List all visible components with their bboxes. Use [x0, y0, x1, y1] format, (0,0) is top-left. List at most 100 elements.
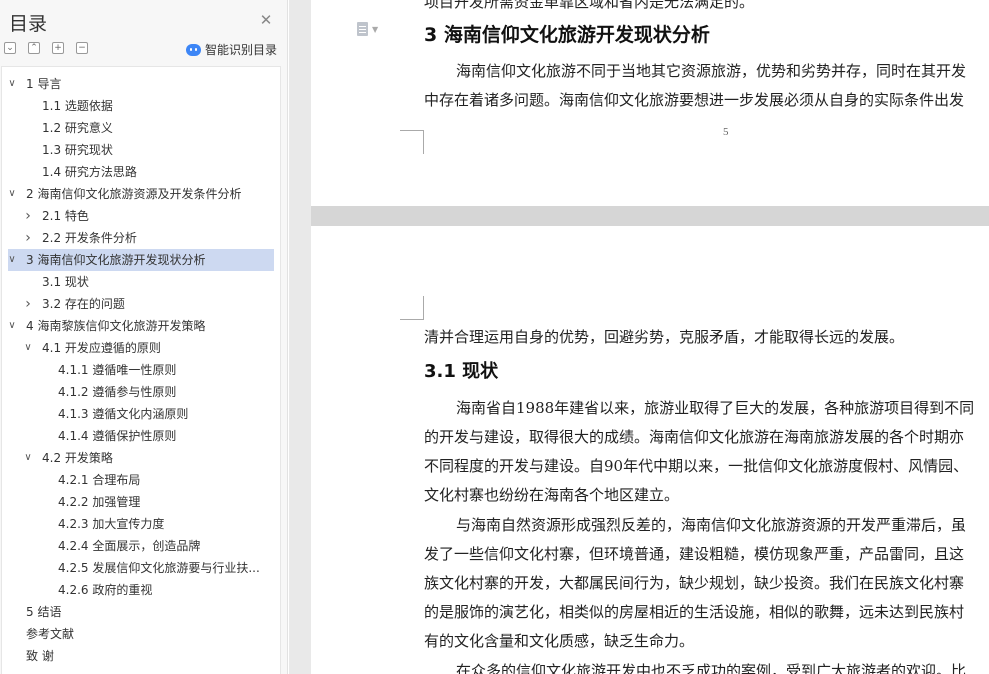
toc-item-label: 4.1.1 遵循唯一性原则 — [58, 363, 177, 377]
toc-panel: ∨ 1 导言 1.1 选题依据 1.2 研究意义 1.3 研究现状 1.4 研究方法思路 ∨… — [1, 66, 281, 674]
text-line: 族文化村寨的开发，大都属民间行为，缺少规划，缺少投资。我们在民族文化村寨 — [424, 574, 965, 592]
toc-item[interactable]: ∨ 4.2 开发策略 — [2, 447, 280, 469]
toc-item[interactable]: ∨ 2 海南信仰文化旅游资源及开发条件分析 — [2, 183, 280, 205]
page-number: 5 — [723, 126, 729, 138]
toc-item-label: 3 海南信仰文化旅游开发现状分析 — [26, 253, 206, 267]
doc-menu-button[interactable]: ▼ — [357, 22, 378, 36]
chevron-right-icon[interactable]: › — [22, 205, 34, 227]
text-line: 海南信仰文化旅游不同于当地其它资源旅游，优势和劣势并存，同时在其开发 — [456, 62, 967, 80]
text-line: 海南省自1988年建省以来，旅游业取得了巨大的发展，各种旅游项目得到不同 — [456, 399, 975, 417]
toc-item[interactable]: 4.1.4 遵循保护性原则 — [2, 425, 280, 447]
margin-corner-mark — [400, 296, 424, 320]
text-line: 在众多的信仰文化旅游开发中也不乏成功的案例，受到广大旅游者的欢迎。比 — [456, 662, 967, 674]
toc-item[interactable]: › 2.2 开发条件分析 — [2, 227, 280, 249]
toc-item[interactable]: 4.1.1 遵循唯一性原则 — [2, 359, 280, 381]
text-line: 的开发与建设，取得很大的成绩。海南信仰文化旅游在海南旅游发展的各个时期亦 — [424, 428, 965, 446]
document-icon — [357, 22, 368, 36]
toc-item-label: 4.2 开发策略 — [42, 451, 113, 465]
toc-item-label: 5 结语 — [26, 605, 62, 619]
toc-item-label: 1.2 研究意义 — [42, 121, 113, 135]
toc-item-label: 2 海南信仰文化旅游资源及开发条件分析 — [26, 187, 242, 201]
toc-item-label: 3.2 存在的问题 — [42, 297, 125, 311]
chevron-down-icon[interactable]: ∨ — [6, 315, 18, 337]
toc-item[interactable]: 4.2.5 发展信仰文化旅游要与行业扶... — [2, 557, 280, 579]
toc-item[interactable]: › 3.2 存在的问题 — [2, 293, 280, 315]
toc-item[interactable]: ∨ 4.1 开发应遵循的原则 — [2, 337, 280, 359]
text-line: 文化村寨也纷纷在海南各个地区建立。 — [424, 486, 680, 504]
toc-item-label: 4.2.3 加大宣传力度 — [58, 517, 165, 531]
collapse-all-icon[interactable]: ⌄ — [4, 42, 16, 54]
toc-item-label: 2.2 开发条件分析 — [42, 231, 137, 245]
toc-item-label: 参考文献 — [26, 627, 75, 641]
toc-item-label: 4.1.4 遵循保护性原则 — [58, 429, 177, 443]
text-line: 中存在着诸多问题。海南信仰文化旅游要想进一步发展必须从自身的实际条件出发 — [424, 91, 965, 109]
toc-item[interactable]: 5 结语 — [2, 601, 280, 623]
toc-sidebar: 目录 ✕ ⌄ ⌃ + − 智能识别目录 ∨ 1 导言 1.1 选题依据 1.2 研究意… — [0, 0, 288, 674]
text-line: 发了一些信仰文化村寨，但环境普通，建设粗糙，模仿现象严重，产品雷同，且这 — [424, 545, 965, 563]
toc-item[interactable]: 参考文献 — [2, 623, 280, 645]
margin-corner-mark — [400, 130, 424, 154]
toc-item-label: 4.1 开发应遵循的原则 — [42, 341, 161, 355]
text-line: 的是服饰的演艺化，相类似的房屋相近的生活设施，相似的歌舞，远未达到民族村 — [424, 603, 965, 621]
toc-item[interactable]: › 2.1 特色 — [2, 205, 280, 227]
toc-item-label: 致 谢 — [26, 649, 54, 663]
chevron-down-icon[interactable]: ∨ — [6, 249, 18, 271]
toc-item[interactable]: 4.2.2 加强管理 — [2, 491, 280, 513]
sidebar-splitter[interactable] — [289, 0, 311, 674]
expand-up-icon[interactable]: ⌃ — [28, 42, 40, 54]
chevron-down-icon[interactable]: ∨ — [22, 337, 34, 359]
page: 项目开发所需资金单靠区域和省内是无法满足的。 ▼ 3 海南信仰文化旅游开发现状分… — [311, 0, 989, 206]
toc-item-label: 4.1.2 遵循参与性原则 — [58, 385, 177, 399]
toc-item[interactable]: 3.1 现状 — [2, 271, 280, 293]
add-heading-icon[interactable]: + — [52, 42, 64, 54]
text-line: 清并合理运用自身的优势，回避劣势，克服矛盾，才能取得长远的发展。 — [424, 328, 905, 346]
text-line: 有的文化含量和文化质感，缺乏生命力。 — [424, 632, 695, 650]
toc-item[interactable]: 1.2 研究意义 — [2, 117, 280, 139]
toc-item-label: 4.2.6 政府的重视 — [58, 583, 153, 597]
toc-item-label: 4.1.3 遵循文化内涵原则 — [58, 407, 189, 421]
smart-toc-label: 智能识别目录 — [205, 43, 278, 57]
chevron-down-icon[interactable]: ∨ — [6, 73, 18, 95]
text-line: 不同程度的开发与建设。自90年代中期以来，一批信仰文化旅游度假村、风情园、 — [424, 457, 969, 475]
toc-item-label: 4 海南黎族信仰文化旅游开发策略 — [26, 319, 206, 333]
section-heading: 3 海南信仰文化旅游开发现状分析 — [424, 24, 710, 46]
toc-item[interactable]: 4.2.6 政府的重视 — [2, 579, 280, 601]
toc-item[interactable]: 4.2.3 加大宣传力度 — [2, 513, 280, 535]
toc-item[interactable]: 1.3 研究现状 — [2, 139, 280, 161]
toc-item-label: 2.1 特色 — [42, 209, 89, 223]
toc-item-label: 4.2.5 发展信仰文化旅游要与行业扶... — [58, 561, 260, 575]
sidebar-title: 目录 — [9, 13, 48, 35]
toc-item[interactable]: 致 谢 — [2, 645, 280, 667]
toc-item-label: 4.2.2 加强管理 — [58, 495, 141, 509]
close-icon[interactable]: ✕ — [258, 12, 274, 28]
chevron-down-icon: ▼ — [372, 24, 379, 34]
toc-item-label: 1.3 研究现状 — [42, 143, 113, 157]
toc-item[interactable]: ∨ 3 海南信仰文化旅游开发现状分析 — [8, 249, 274, 271]
toc-item-label: 3.1 现状 — [42, 275, 89, 289]
toc-item[interactable]: 1.1 选题依据 — [2, 95, 280, 117]
chevron-down-icon[interactable]: ∨ — [22, 447, 34, 469]
toc-item-label: 4.2.4 全面展示，创造品牌 — [58, 539, 201, 553]
toc-item[interactable]: 4.1.2 遵循参与性原则 — [2, 381, 280, 403]
chevron-right-icon[interactable]: › — [22, 227, 34, 249]
smart-robot-icon — [186, 43, 201, 56]
toc-item[interactable]: 1.4 研究方法思路 — [2, 161, 280, 183]
toc-item[interactable]: 4.1.3 遵循文化内涵原则 — [2, 403, 280, 425]
text-line: 与海南自然资源形成强烈反差的，海南信仰文化旅游资源的开发严重滞后，虽 — [456, 516, 967, 534]
toc-item[interactable]: ∨ 4 海南黎族信仰文化旅游开发策略 — [2, 315, 280, 337]
chevron-right-icon[interactable]: › — [22, 293, 34, 315]
smart-toc-button[interactable]: 智能识别目录 — [186, 41, 277, 58]
text-line: 项目开发所需资金单靠区域和省内是无法满足的。 — [424, 0, 755, 11]
toc-item-label: 4.2.1 合理布局 — [58, 473, 141, 487]
remove-heading-icon[interactable]: − — [76, 42, 88, 54]
page: 清并合理运用自身的优势，回避劣势，克服矛盾，才能取得长远的发展。 3.1 现状 … — [311, 226, 989, 674]
toc-item[interactable]: 4.2.1 合理布局 — [2, 469, 280, 491]
toc-item-label: 1.4 研究方法思路 — [42, 165, 137, 179]
toc-item[interactable]: 4.2.4 全面展示，创造品牌 — [2, 535, 280, 557]
document-area[interactable]: 项目开发所需资金单靠区域和省内是无法满足的。 ▼ 3 海南信仰文化旅游开发现状分… — [311, 0, 989, 674]
toc-item-label: 1 导言 — [26, 77, 62, 91]
chevron-down-icon[interactable]: ∨ — [6, 183, 18, 205]
toc-item[interactable]: ∨ 1 导言 — [2, 73, 280, 95]
subsection-heading: 3.1 现状 — [424, 361, 499, 382]
toc-list: ∨ 1 导言 1.1 选题依据 1.2 研究意义 1.3 研究现状 1.4 研究方法思路 ∨… — [2, 73, 280, 667]
